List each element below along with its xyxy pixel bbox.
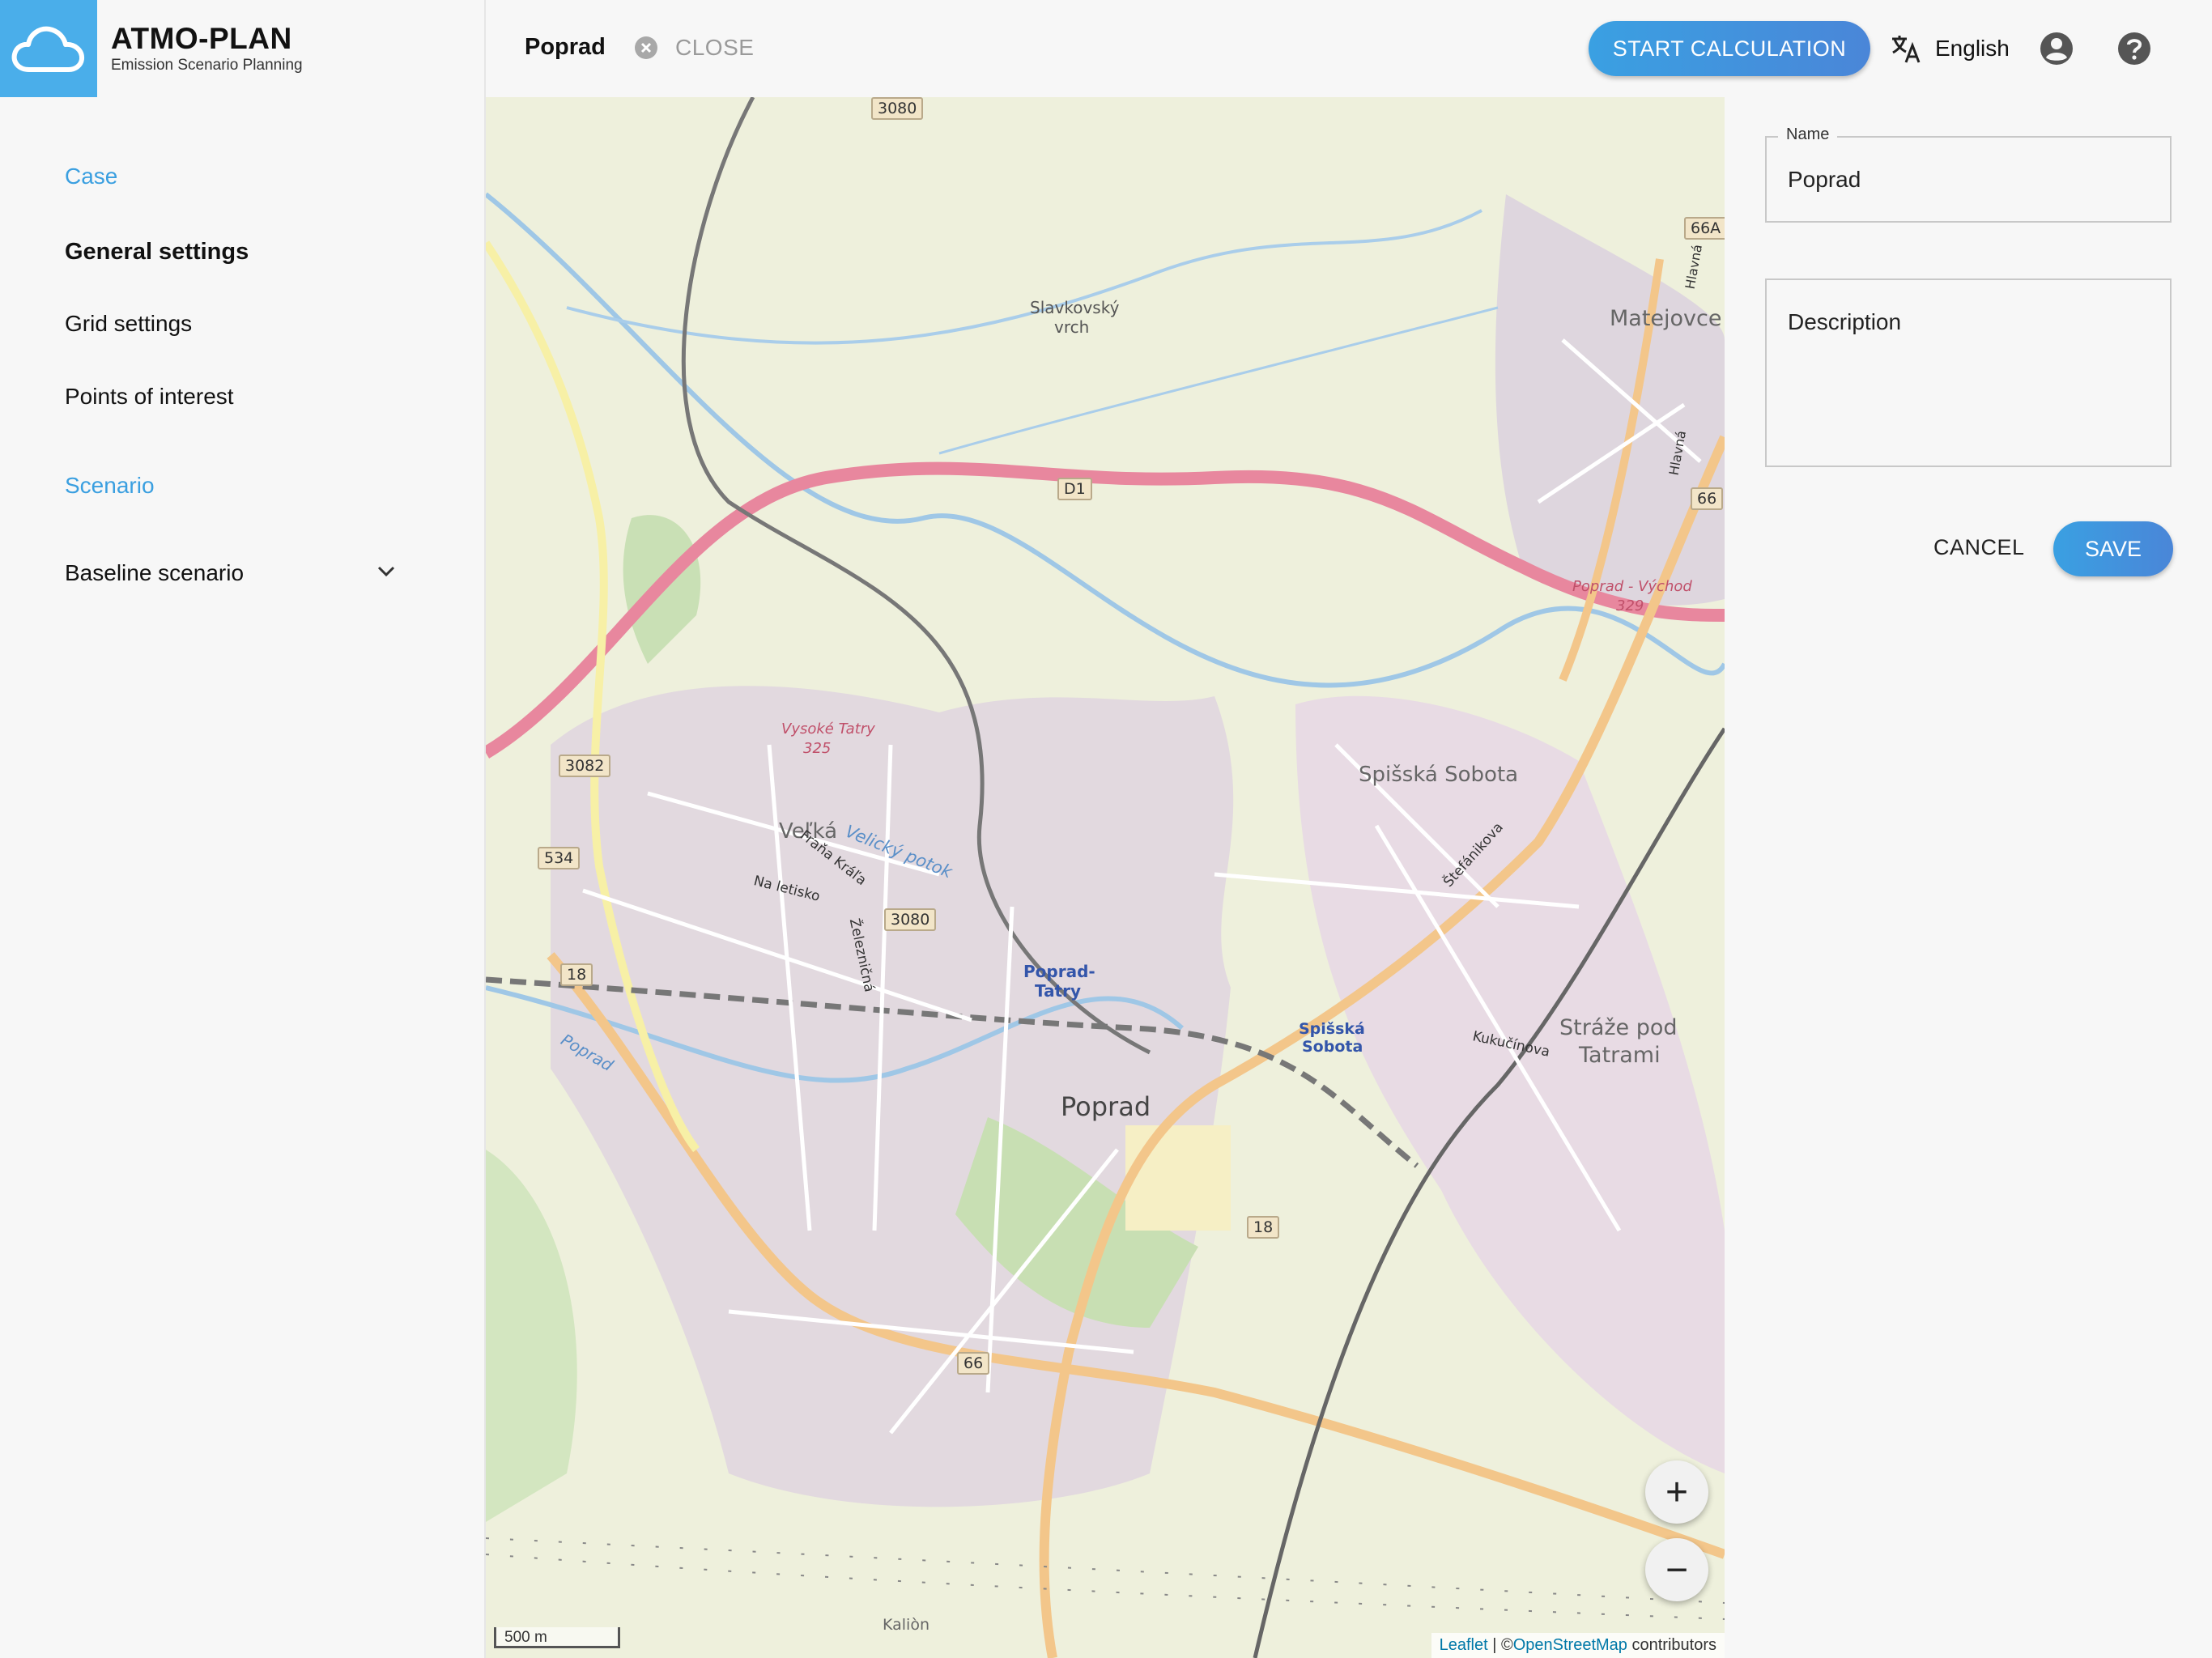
sidebar-item-points-of-interest[interactable]: Points of interest (65, 384, 234, 410)
sidebar-section-scenario[interactable]: Scenario (65, 473, 155, 499)
close-circle-icon[interactable] (633, 35, 659, 61)
road-shield: 3080 (871, 97, 924, 120)
osm-link[interactable]: OpenStreetMap (1513, 1636, 1627, 1654)
road-shield: 18 (560, 963, 593, 986)
map-label: Spišská Sobota (1359, 763, 1519, 787)
map-base-layer (486, 97, 1725, 1658)
sidebar-item-grid-settings[interactable]: Grid settings (65, 311, 192, 337)
cloud-icon (11, 26, 85, 72)
account-circle-icon[interactable] (2039, 31, 2074, 66)
map-label: Kaliòn (883, 1616, 929, 1634)
save-button[interactable]: SAVE (2053, 521, 2173, 576)
case-name: Poprad (525, 34, 606, 60)
road-shield: 66 (957, 1352, 990, 1375)
map-label: Spišská (1299, 1020, 1365, 1038)
attribution-suffix: contributors (1627, 1636, 1716, 1654)
map-label: Tatry (1035, 981, 1082, 1001)
road-shield: 3080 (884, 908, 937, 931)
translate-icon[interactable] (1890, 32, 1922, 65)
map-label: vrch (1054, 317, 1090, 337)
map-scale: 500 m (494, 1627, 620, 1648)
map-label: Poprad (1061, 1091, 1151, 1122)
app-subtitle: Emission Scenario Planning (111, 57, 303, 74)
chevron-down-icon[interactable] (374, 559, 398, 584)
map-label: Slavkovský (1030, 298, 1120, 317)
scenario-select[interactable]: Baseline scenario (65, 560, 244, 586)
map-attribution: Leaflet | ©OpenStreetMap contributors (1431, 1633, 1725, 1658)
app-title: ATMO-PLAN (111, 22, 292, 55)
sidebar-section-case[interactable]: Case (65, 164, 117, 189)
map-label: Poprad - Východ (1572, 578, 1692, 595)
name-field-label: Name (1778, 125, 1838, 144)
attribution-separator: | © (1487, 1636, 1513, 1654)
sidebar-item-general-settings[interactable]: General settings (65, 239, 249, 266)
description-input[interactable]: Description (1788, 309, 1901, 335)
map-label: 329 (1616, 597, 1644, 614)
logo (0, 0, 97, 97)
start-calculation-button[interactable]: START CALCULATION (1589, 21, 1870, 76)
map-label: 325 (803, 740, 832, 757)
road-shield: 66A (1684, 217, 1725, 240)
close-button[interactable]: CLOSE (675, 35, 754, 61)
map-label: Matejovce (1610, 306, 1722, 331)
help-icon[interactable] (2116, 31, 2152, 66)
road-shield: D1 (1057, 478, 1092, 500)
map[interactable]: Slavkovský vrch Matejovce Vysoké Tatry 3… (486, 97, 1725, 1658)
map-label: Poprad- (1023, 962, 1095, 981)
map-label: Tatrami (1579, 1043, 1661, 1068)
cancel-button[interactable]: CANCEL (1933, 535, 2025, 560)
map-label: Stráže pod (1559, 1015, 1678, 1040)
name-input[interactable]: Poprad (1788, 167, 1861, 193)
description-field[interactable] (1765, 278, 2172, 467)
road-shield: 3082 (559, 755, 611, 777)
brand: ATMO-PLAN Emission Scenario Planning (111, 23, 303, 74)
map-label: Sobota (1302, 1038, 1363, 1056)
zoom-in-button[interactable]: + (1645, 1460, 1708, 1524)
map-label: Vysoké Tatry (781, 721, 875, 738)
language-select[interactable]: English (1935, 36, 2010, 62)
leaflet-link[interactable]: Leaflet (1440, 1636, 1488, 1654)
road-shield: 534 (538, 847, 581, 869)
road-shield: 18 (1247, 1216, 1280, 1239)
road-shield: 66 (1691, 487, 1724, 510)
zoom-out-button[interactable]: − (1645, 1538, 1708, 1601)
